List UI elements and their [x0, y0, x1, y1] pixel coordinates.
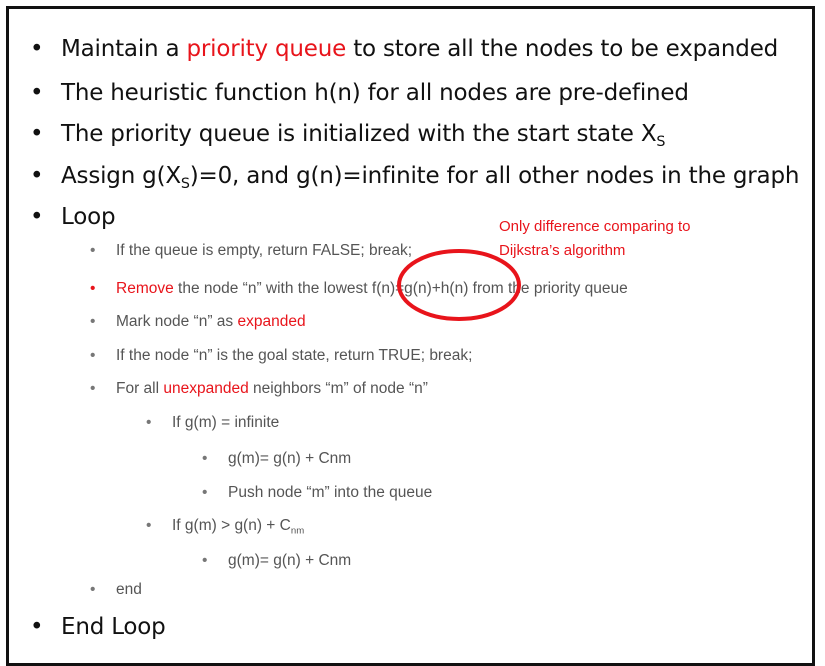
- highlight-circle: [397, 249, 521, 321]
- annotation-overlay: [397, 249, 521, 321]
